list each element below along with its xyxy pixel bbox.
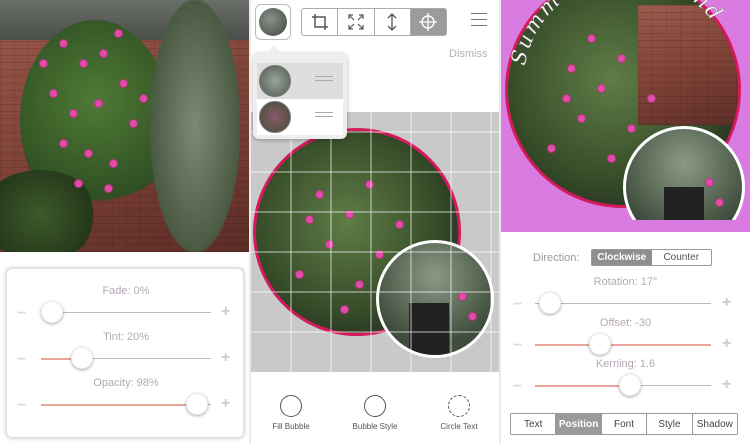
circle-text-label: Summer in Oakland — [506, 0, 727, 67]
positioning-grid — [251, 112, 499, 372]
photo-flower-basket — [0, 0, 249, 252]
crosshair-icon[interactable] — [410, 9, 446, 35]
bubble-style-icon — [364, 395, 386, 417]
tab-position[interactable]: Position — [556, 414, 602, 434]
kerning-label: Kerning: 1.6 — [595, 358, 656, 370]
tint-slider[interactable]: Tint: 20% − + — [7, 331, 245, 371]
minus-icon[interactable]: − — [17, 351, 26, 369]
menu-icon[interactable] — [471, 13, 487, 31]
slider-knob[interactable] — [539, 292, 561, 314]
layer-dropdown — [253, 46, 347, 139]
tab-style[interactable]: Style — [647, 414, 693, 434]
bottom-toolbar: Fill Bubble Bubble Style Circle Text — [251, 395, 499, 444]
tool-segmented-control — [301, 8, 447, 36]
bubble-style-button[interactable]: Bubble Style — [335, 395, 415, 431]
kerning-slider[interactable]: Kerning: 1.6 − + — [501, 358, 750, 398]
counter-button[interactable]: Counter — [652, 250, 712, 265]
drag-handle-icon[interactable] — [315, 112, 333, 120]
tint-label: Tint: 20% — [102, 331, 150, 343]
slider-knob[interactable] — [41, 301, 63, 323]
dismiss-button[interactable]: Dismiss — [449, 48, 488, 60]
plus-icon[interactable]: + — [722, 376, 731, 394]
vertical-resize-icon[interactable] — [375, 9, 411, 35]
tab-text[interactable]: Text — [511, 414, 557, 434]
clockwise-button[interactable]: Clockwise — [592, 250, 652, 265]
offset-label: Offset: -30 — [599, 317, 652, 329]
plus-icon[interactable]: + — [722, 294, 731, 312]
fill-bubble-button[interactable]: Fill Bubble — [251, 395, 331, 431]
offset-slider[interactable]: Offset: -30 − + — [501, 317, 750, 357]
layer-item[interactable] — [257, 63, 343, 99]
direction-toggle: Clockwise Counter — [591, 249, 712, 266]
slider-knob[interactable] — [71, 347, 93, 369]
adjust-slider-card: Fade: 0% − + Tint: 20% − + Opacity: 98% … — [6, 268, 244, 438]
rotation-slider[interactable]: Rotation: 17° − + — [501, 276, 750, 316]
crop-icon[interactable] — [302, 9, 339, 35]
tab-font[interactable]: Font — [602, 414, 648, 434]
plus-icon[interactable]: + — [221, 395, 230, 413]
tab-shadow[interactable]: Shadow — [693, 414, 737, 434]
circle-text-icon — [448, 395, 470, 417]
minus-icon[interactable]: − — [17, 397, 26, 415]
settings-tabs: Text Position Font Style Shadow — [510, 413, 738, 435]
opacity-slider[interactable]: Opacity: 98% − + — [7, 377, 245, 417]
panel-circle-text: Summer in Oakland Direction: Clockwise C… — [501, 0, 750, 444]
panel-photo-adjust: Fade: 0% − + Tint: 20% − + Opacity: 98% … — [0, 0, 249, 444]
layer-item[interactable] — [257, 99, 343, 135]
minus-icon[interactable]: − — [17, 305, 26, 323]
bubble-canvas[interactable] — [251, 112, 499, 372]
slider-knob[interactable] — [589, 333, 611, 355]
circle-text-preview: Summer in Oakland — [501, 0, 750, 232]
slider-knob[interactable] — [619, 374, 641, 396]
minus-icon[interactable]: − — [513, 296, 522, 314]
drag-handle-icon[interactable] — [315, 76, 333, 84]
plus-icon[interactable]: + — [722, 335, 731, 353]
minus-icon[interactable]: − — [513, 337, 522, 355]
minus-icon[interactable]: − — [513, 378, 522, 396]
opacity-label: Opacity: 98% — [93, 377, 159, 389]
plus-icon[interactable]: + — [221, 349, 230, 367]
svg-text:Summer in Oakland: Summer in Oakland — [506, 0, 728, 67]
fill-bubble-icon — [280, 395, 302, 417]
expand-icon[interactable] — [338, 9, 375, 35]
panel-bubble-editor: Dismiss Fill Bubble Bubble Style Circle … — [251, 0, 499, 444]
fade-label: Fade: 0% — [102, 285, 150, 297]
fade-slider[interactable]: Fade: 0% − + — [7, 285, 245, 325]
circle-text-button[interactable]: Circle Text — [419, 395, 499, 431]
bubble-thumbnail-icon — [259, 8, 287, 36]
plus-icon[interactable]: + — [221, 303, 230, 321]
slider-knob[interactable] — [186, 393, 208, 415]
direction-label: Direction: — [533, 252, 580, 264]
rotation-label: Rotation: 17° — [593, 276, 658, 288]
layer-thumbnail-button[interactable] — [255, 4, 291, 40]
